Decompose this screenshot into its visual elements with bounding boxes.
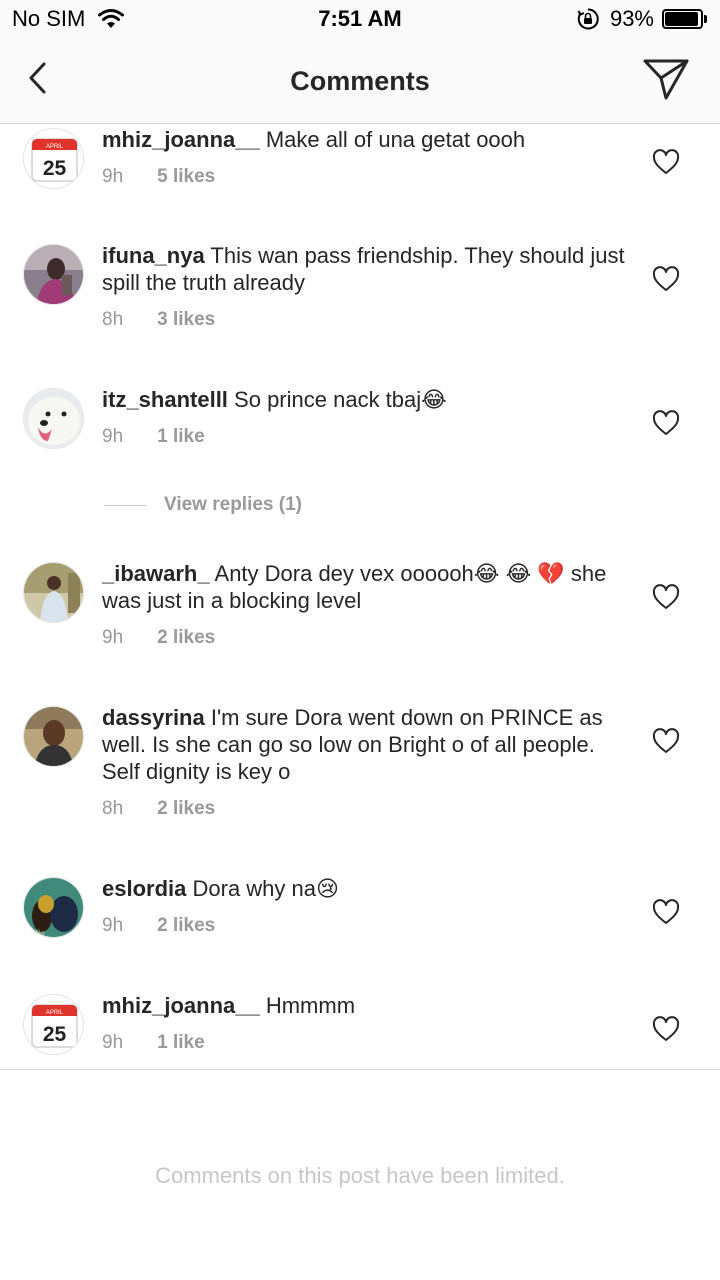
nav-bar: Comments xyxy=(0,40,720,124)
comments-limited-notice: Comments on this post have been limited. xyxy=(155,1163,565,1188)
avatar[interactable]: APRIL 25 xyxy=(23,994,84,1055)
comment-time: 9h xyxy=(102,426,124,447)
share-button[interactable] xyxy=(642,56,690,102)
comment-message: Dora why na😢 xyxy=(192,876,339,901)
battery-percent: 93% xyxy=(609,6,654,31)
page-title: Comments xyxy=(290,66,430,96)
comment-item: ifuna_nya This wan pass friendship. They… xyxy=(0,242,720,384)
comment-time: 8h xyxy=(102,798,124,819)
comment-text: itz_shantelll So prince nack tbaj😂 xyxy=(102,386,632,413)
heart-icon[interactable] xyxy=(652,584,680,610)
comment-likes[interactable]: 3 likes xyxy=(157,309,215,331)
heart-icon[interactable] xyxy=(652,266,680,292)
comment-time: 9h xyxy=(102,166,124,187)
calendar-icon: APRIL 25 xyxy=(24,129,83,188)
footer-divider xyxy=(0,1069,720,1070)
comment-text: mhiz_joanna__ Hmmmm xyxy=(102,992,632,1019)
comment-likes[interactable]: 1 like xyxy=(157,1032,205,1054)
comment-text: mhiz_joanna__ Make all of una getat oooh xyxy=(102,126,632,153)
avatar[interactable] xyxy=(23,562,84,623)
comment-username[interactable]: mhiz_joanna__ xyxy=(102,993,260,1018)
comment-likes[interactable]: 1 like xyxy=(157,426,205,448)
calendar-icon: APRIL 25 xyxy=(24,995,83,1054)
view-replies-button[interactable]: View replies (1) xyxy=(104,494,302,516)
comment-time: 9h xyxy=(102,915,124,936)
comment-item: _ibawarh_ Anty Dora dey vex oooooh😂 😂 💔 … xyxy=(0,560,720,692)
comment-username[interactable]: dassyrina xyxy=(102,705,205,730)
comment-message: So prince nack tbaj😂 xyxy=(234,387,447,412)
comment-time: 8h xyxy=(102,309,124,330)
comment-time: 9h xyxy=(102,627,124,648)
comment-text: _ibawarh_ Anty Dora dey vex oooooh😂 😂 💔 … xyxy=(102,560,632,614)
svg-text:APRIL: APRIL xyxy=(46,144,64,150)
profile-photo xyxy=(24,563,83,622)
profile-photo xyxy=(24,245,83,304)
comment-likes[interactable]: 2 likes xyxy=(157,915,215,937)
avatar[interactable]: APRIL 25 xyxy=(23,128,84,189)
avatar[interactable] xyxy=(23,244,84,305)
comment-text: ifuna_nya This wan pass friendship. They… xyxy=(102,242,632,296)
comment-username[interactable]: itz_shantelll xyxy=(102,387,228,412)
comment-time: 9h xyxy=(102,1032,124,1053)
comment-item: APRIL 25 mhiz_joanna__ Hmmmm 9h 1 like xyxy=(0,992,720,1069)
view-replies-label: View replies (1) xyxy=(164,494,302,515)
profile-photo: rdia xyxy=(24,878,83,938)
comment-username[interactable]: _ibawarh_ xyxy=(102,561,210,586)
comment-text: eslordia Dora why na😢 xyxy=(102,875,632,902)
comment-username[interactable]: eslordia xyxy=(102,876,186,901)
heart-icon[interactable] xyxy=(652,728,680,754)
svg-text:25: 25 xyxy=(43,157,67,180)
comment-item: APRIL 25 mhiz_joanna__ Make all of una g… xyxy=(0,124,720,244)
comment-item: itz_shantelll So prince nack tbaj😂 9h 1 … xyxy=(0,386,720,488)
orientation-lock-icon xyxy=(577,8,599,30)
profile-photo xyxy=(24,707,83,766)
comment-likes[interactable]: 2 likes xyxy=(157,798,215,820)
replies-divider xyxy=(104,504,146,506)
comment-item: rdia eslordia Dora why na😢 9h 2 likes xyxy=(0,875,720,987)
comment-likes[interactable]: 5 likes xyxy=(157,166,215,188)
comment-username[interactable]: ifuna_nya xyxy=(102,243,205,268)
heart-icon[interactable] xyxy=(652,410,680,436)
comment-item: dassyrina I'm sure Dora went down on PRI… xyxy=(0,704,720,866)
comment-username[interactable]: mhiz_joanna__ xyxy=(102,127,260,152)
avatar[interactable] xyxy=(23,388,84,449)
comment-likes[interactable]: 2 likes xyxy=(157,627,215,649)
heart-icon[interactable] xyxy=(652,149,680,175)
heart-icon[interactable] xyxy=(652,1016,680,1042)
battery-icon xyxy=(662,8,708,30)
comment-text: dassyrina I'm sure Dora went down on PRI… xyxy=(102,704,632,785)
battery-info: 93% xyxy=(576,6,708,32)
status-bar: No SIM 7:51 AM 93% xyxy=(0,0,720,40)
svg-text:25: 25 xyxy=(43,1023,67,1046)
dog-photo xyxy=(24,389,83,448)
svg-text:rdia: rdia xyxy=(30,928,45,938)
comment-message: Make all of una getat oooh xyxy=(265,127,526,152)
avatar[interactable]: rdia xyxy=(23,877,84,938)
avatar[interactable] xyxy=(23,706,84,767)
comment-message: Hmmmm xyxy=(265,993,356,1018)
heart-icon[interactable] xyxy=(652,899,680,925)
svg-text:APRIL: APRIL xyxy=(46,1010,64,1016)
